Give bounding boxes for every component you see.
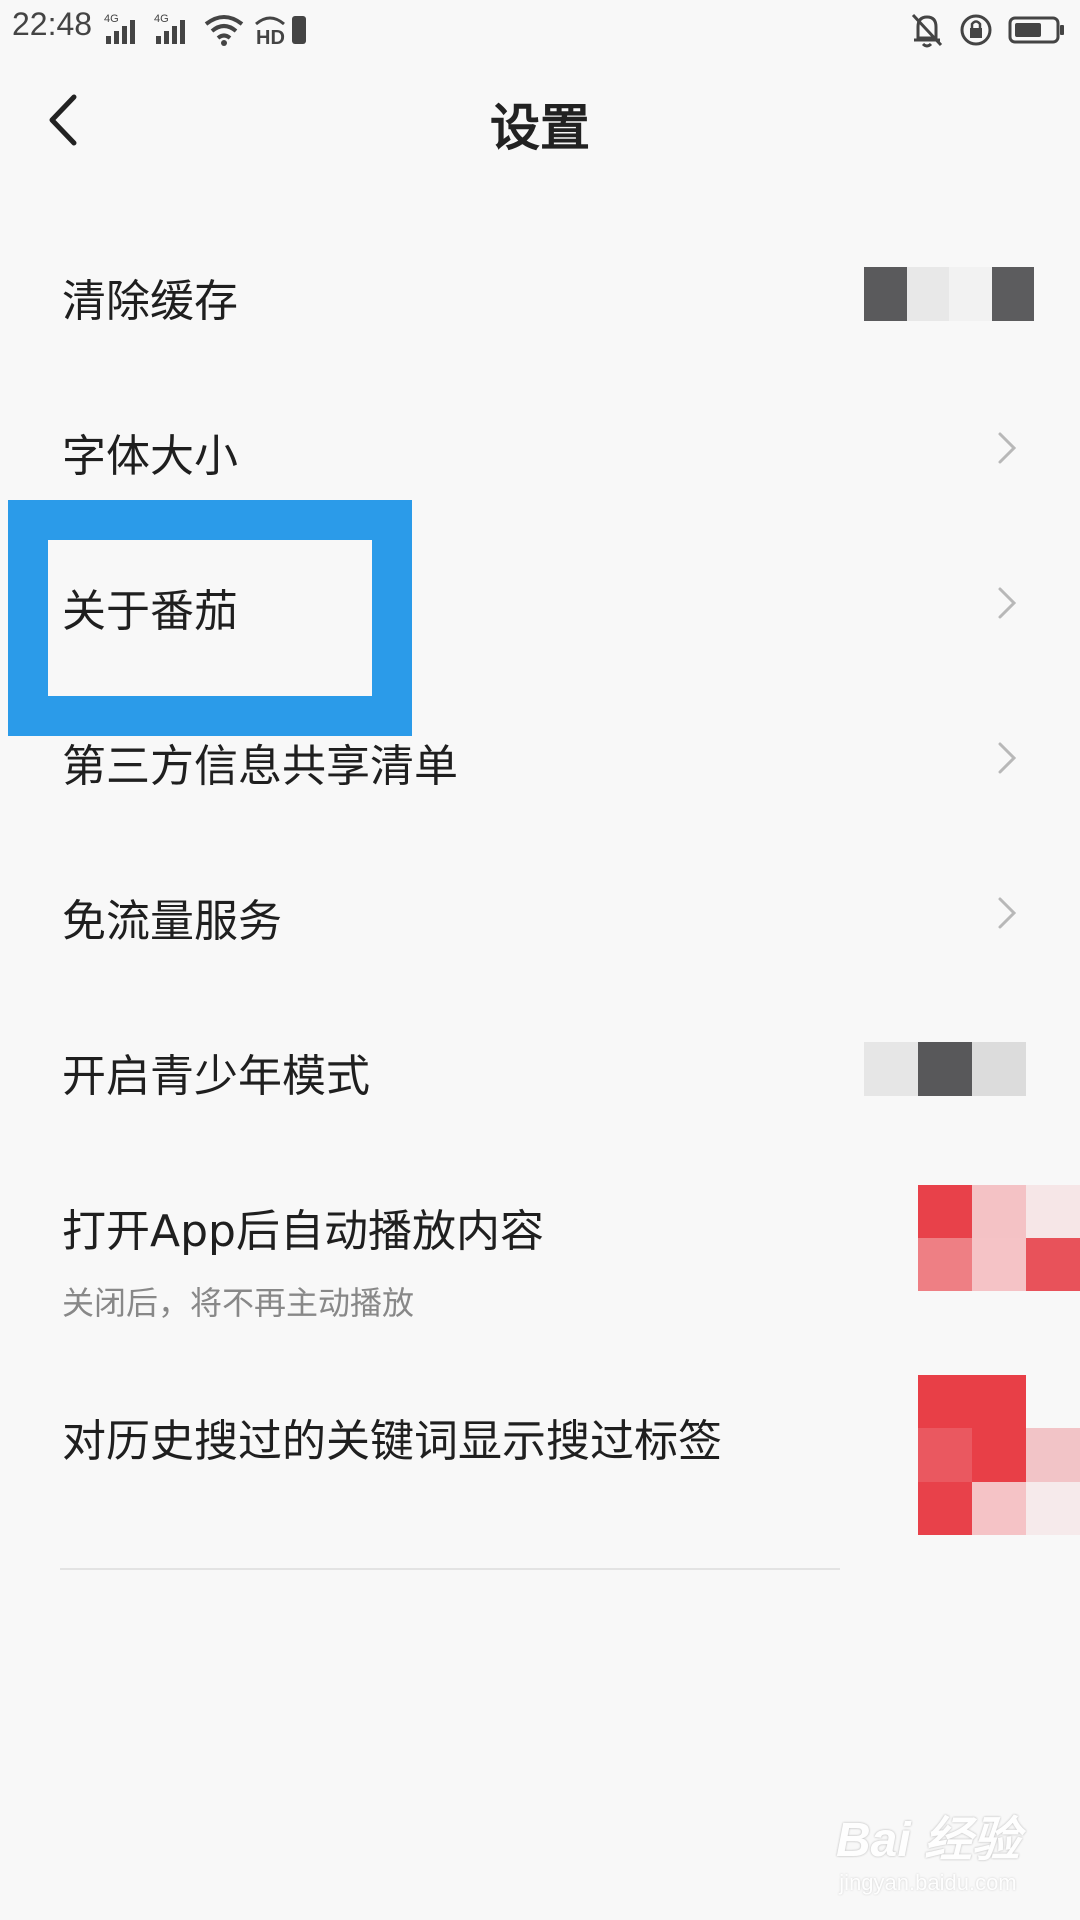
item-label: 免流量服务 <box>62 896 282 947</box>
item-label: 关于番茄 <box>62 586 238 637</box>
settings-item-about[interactable]: 关于番茄 <box>0 535 1080 690</box>
settings-item-autoplay: 打开App后自动播放内容 关闭后，将不再主动播放 <box>0 1155 1080 1365</box>
signal-icon-2: 4G <box>154 13 185 44</box>
status-left-icons: 4G 4G HD <box>104 10 308 46</box>
rotation-lock-icon <box>960 14 992 46</box>
battery-icon <box>1008 16 1064 44</box>
chevron-right-icon <box>998 742 1017 774</box>
chevron-right-icon <box>998 897 1017 929</box>
teen-mode-toggle[interactable] <box>864 1042 1026 1096</box>
chevron-right-icon <box>998 587 1017 619</box>
item-label: 打开App后自动播放内容 <box>62 1206 544 1257</box>
watermark-logo: Bai 经验 <box>835 1814 1020 1867</box>
wifi-icon <box>204 15 244 46</box>
autoplay-toggle[interactable] <box>918 1185 1080 1291</box>
header: 设置 <box>0 60 1080 190</box>
watermark-url: jingyan.baidu.com <box>839 1870 1017 1895</box>
status-time: 22:48 <box>12 6 93 42</box>
page-title: 设置 <box>490 99 590 157</box>
search-tag-toggle[interactable] <box>918 1375 1080 1535</box>
net1-label: 4G <box>104 13 119 25</box>
settings-item-clear-cache[interactable]: 清除缓存 <box>0 225 1080 380</box>
watermark: Bai 经验 jingyan.baidu.com <box>836 1800 1020 1896</box>
settings-item-search-tag: 对历史搜过的关键词显示搜过标签 <box>0 1365 1080 1575</box>
settings-item-teen-mode: 开启青少年模式 <box>0 1000 1080 1155</box>
list-divider <box>60 1568 840 1570</box>
net2-label: 4G <box>154 13 169 25</box>
signal-icon: 4G <box>104 13 135 44</box>
settings-list: 清除缓存 字体大小 关于番茄 第三方信息共享清单 免流量服务 开启青少年模式 打… <box>0 225 1080 1575</box>
item-sublabel: 关闭后，将不再主动播放 <box>62 1284 415 1322</box>
hd-label: HD <box>256 27 285 46</box>
item-label: 开启青少年模式 <box>62 1051 370 1102</box>
item-label: 第三方信息共享清单 <box>62 741 458 792</box>
status-bar: 22:48 4G 4G HD <box>0 0 1080 60</box>
item-label: 对历史搜过的关键词显示搜过标签 <box>62 1416 722 1467</box>
item-label: 字体大小 <box>62 431 238 482</box>
bell-off-icon <box>911 13 943 48</box>
settings-item-third-party-list[interactable]: 第三方信息共享清单 <box>0 690 1080 845</box>
cache-size-value <box>864 267 1034 321</box>
settings-item-free-data[interactable]: 免流量服务 <box>0 845 1080 1000</box>
hd-voice-icon: HD <box>255 16 306 46</box>
status-right-icons <box>910 10 1066 50</box>
item-label: 清除缓存 <box>62 276 238 327</box>
settings-item-font-size[interactable]: 字体大小 <box>0 380 1080 535</box>
chevron-right-icon <box>998 432 1017 464</box>
